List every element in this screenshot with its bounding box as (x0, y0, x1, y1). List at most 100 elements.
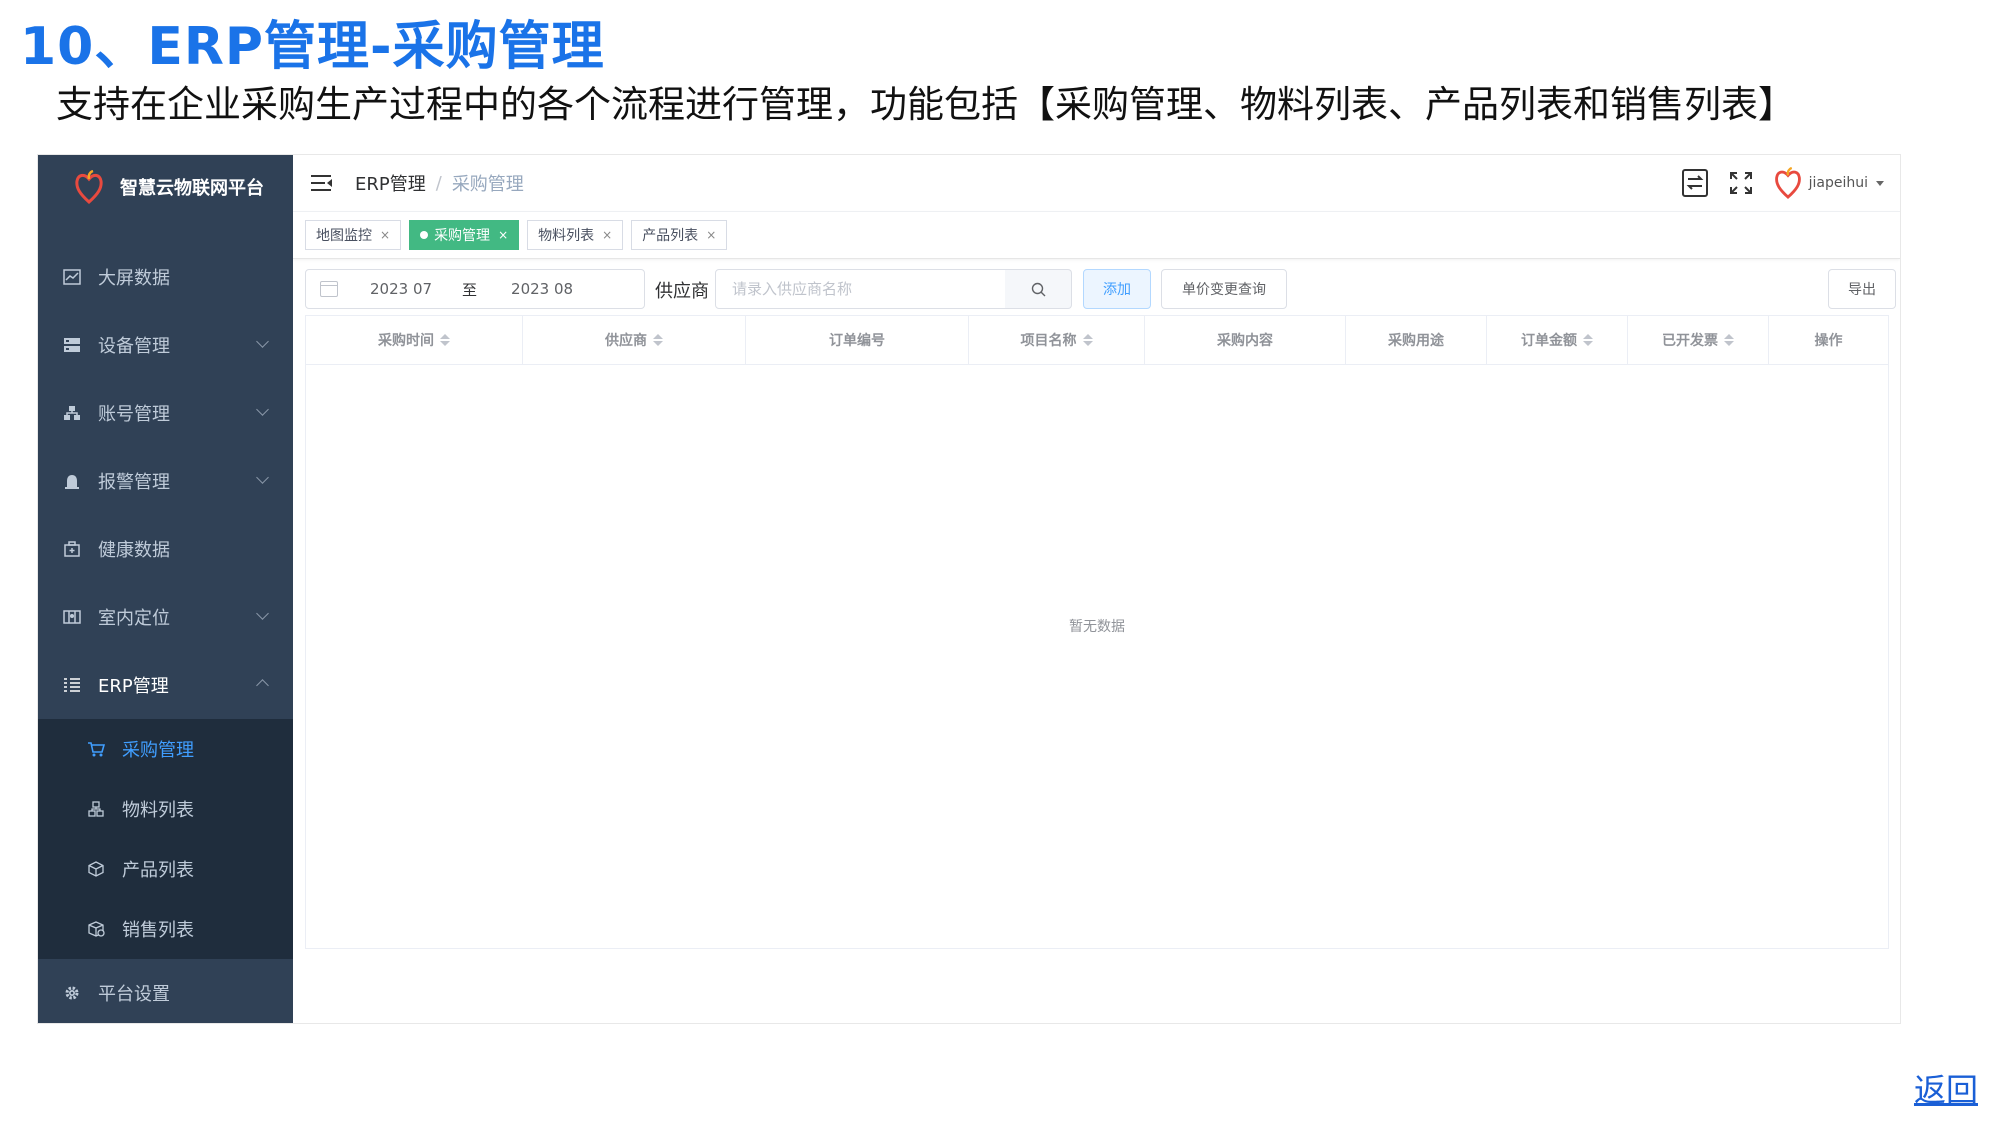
sidebar-item-label: 平台设置 (98, 984, 170, 1005)
list-icon (62, 675, 82, 695)
chevron-down-icon (256, 335, 269, 348)
column-header-label: 已开发票 (1662, 333, 1718, 349)
end-date[interactable]: 2023 08 (511, 280, 573, 298)
price-change-query-button[interactable]: 单价变更查询 (1161, 269, 1287, 309)
sidebar-item-label: 大屏数据 (98, 268, 170, 289)
gear-icon (62, 983, 82, 1003)
sort-icon[interactable] (440, 334, 450, 346)
tag-materials[interactable]: 物料列表 × (527, 220, 624, 250)
column-header-purchase-time[interactable]: 采购时间 (306, 316, 523, 364)
hamburger-icon[interactable] (311, 174, 333, 192)
tag-purchase[interactable]: 采购管理 × (409, 220, 520, 250)
sidebar-item-label: 健康数据 (98, 540, 170, 561)
column-header-label: 采购内容 (1217, 333, 1273, 349)
sort-icon[interactable] (1583, 334, 1593, 346)
supplier-search-box (715, 269, 1007, 309)
sidebar-item-label: 室内定位 (98, 608, 170, 629)
tag-label: 采购管理 (434, 228, 491, 244)
sidebar-item-label: ERP管理 (98, 676, 169, 697)
navbar: ERP管理 / 采购管理 jiapeihui (293, 155, 1900, 212)
chevron-down-icon (256, 471, 269, 484)
map-icon (62, 607, 82, 627)
sidebar-item-devices[interactable]: 设备管理 (38, 311, 293, 379)
supplier-search-input[interactable] (716, 279, 974, 299)
org-icon (62, 403, 82, 423)
sidebar-subitem-materials[interactable]: 物料列表 (38, 779, 293, 839)
breadcrumb-separator: / (435, 172, 442, 194)
user-menu[interactable]: jiapeihui (1773, 167, 1884, 199)
component-icon (86, 799, 106, 819)
tag-map-monitor[interactable]: 地图监控 × (305, 220, 402, 250)
start-date[interactable]: 2023 07 (370, 280, 432, 298)
close-icon[interactable]: × (706, 228, 716, 242)
column-header-actions: 操作 (1769, 316, 1888, 364)
sidebar-subitem-sales[interactable]: 销售列表 (38, 899, 293, 959)
date-range-picker[interactable]: 2023 07 至 2023 08 (305, 269, 645, 309)
export-button[interactable]: 导出 (1828, 269, 1896, 309)
brand-logo-icon (75, 170, 103, 204)
column-header-label: 项目名称 (1020, 333, 1077, 349)
breadcrumb: ERP管理 / 采购管理 (355, 170, 524, 196)
sort-icon[interactable] (1082, 334, 1093, 346)
slide-title: 10、ERP管理-采购管理 (20, 17, 605, 77)
sidebar-item-erp[interactable]: ERP管理 (38, 651, 293, 719)
column-header-label: 采购用途 (1388, 333, 1444, 349)
sidebar: 智慧云物联网平台 大屏数据 设备管理 账号管理 报警管理 健康数据 室内定位 E… (38, 155, 293, 1023)
slide-subtitle: 支持在企业采购生产过程中的各个流程进行管理，功能包括【采购管理、物料列表、产品列… (56, 83, 1795, 126)
sidebar-subitem-products[interactable]: 产品列表 (38, 839, 293, 899)
sidebar-subitem-label: 销售列表 (122, 920, 194, 941)
tag-products[interactable]: 产品列表 × (631, 220, 728, 250)
search-icon (1031, 282, 1045, 296)
breadcrumb-item[interactable]: ERP管理 (355, 170, 426, 196)
column-header-order-amount[interactable]: 订单金额 (1487, 316, 1628, 364)
close-icon[interactable]: × (380, 228, 390, 242)
layout-switch-icon[interactable] (1681, 168, 1709, 198)
tag-label: 物料列表 (538, 228, 595, 244)
column-header-supplier[interactable]: 供应商 (523, 316, 746, 364)
box-icon (86, 859, 106, 879)
close-icon[interactable]: × (602, 228, 612, 242)
alarm-icon (62, 471, 82, 491)
sidebar-item-health[interactable]: 健康数据 (38, 515, 293, 583)
tags-view: 地图监控 × 采购管理 × 物料列表 × 产品列表 × (293, 212, 1900, 259)
column-header-purchase-purpose: 采购用途 (1346, 316, 1487, 364)
cart-icon (86, 739, 106, 759)
username: jiapeihui (1808, 175, 1868, 191)
app-window: 智慧云物联网平台 大屏数据 设备管理 账号管理 报警管理 健康数据 室内定位 E… (37, 154, 1901, 1024)
sidebar-item-label: 账号管理 (98, 404, 170, 425)
column-header-order-number: 订单编号 (746, 316, 969, 364)
sidebar-item-settings[interactable]: 平台设置 (38, 959, 293, 1023)
sidebar-item-accounts[interactable]: 账号管理 (38, 379, 293, 447)
add-button[interactable]: 添加 (1083, 269, 1151, 309)
brand-name: 智慧云物联网平台 (120, 178, 264, 199)
brand[interactable]: 智慧云物联网平台 (38, 155, 293, 219)
breadcrumb-current: 采购管理 (451, 174, 524, 195)
close-icon[interactable]: × (498, 228, 508, 242)
column-header-label: 订单编号 (829, 333, 885, 349)
sort-icon[interactable] (653, 334, 663, 346)
column-header-invoiced[interactable]: 已开发票 (1628, 316, 1769, 364)
chart-icon (62, 267, 82, 287)
sort-icon[interactable] (1724, 334, 1734, 346)
column-header-project-name[interactable]: 项目名称 (969, 316, 1145, 364)
chevron-down-icon (256, 403, 269, 416)
sidebar-item-indoor-location[interactable]: 室内定位 (38, 583, 293, 651)
sidebar-subitem-label: 产品列表 (122, 860, 194, 881)
sidebar-item-dashboard[interactable]: 大屏数据 (38, 243, 293, 311)
empty-state-text: 暂无数据 (1069, 619, 1125, 635)
search-button[interactable] (1005, 269, 1072, 309)
sidebar-subitem-label: 物料列表 (122, 800, 194, 821)
column-header-label: 采购时间 (378, 333, 434, 349)
table-header: 采购时间 供应商 订单编号 项目名称 采购内容 采购用途 订单金额 已开发票 操… (306, 316, 1888, 365)
sidebar-subitem-purchase[interactable]: 采购管理 (38, 719, 293, 779)
tag-label: 地图监控 (316, 228, 372, 244)
health-icon (62, 539, 82, 559)
back-link[interactable]: 返回 (1914, 1065, 1978, 1111)
column-header-label: 订单金额 (1521, 333, 1577, 349)
purchase-table: 采购时间 供应商 订单编号 项目名称 采购内容 采购用途 订单金额 已开发票 操… (305, 315, 1889, 949)
sidebar-subitem-label: 采购管理 (122, 740, 194, 761)
fullscreen-icon[interactable] (1727, 168, 1755, 198)
server-icon (62, 335, 82, 355)
sidebar-item-alarms[interactable]: 报警管理 (38, 447, 293, 515)
column-header-label: 供应商 (605, 333, 647, 349)
